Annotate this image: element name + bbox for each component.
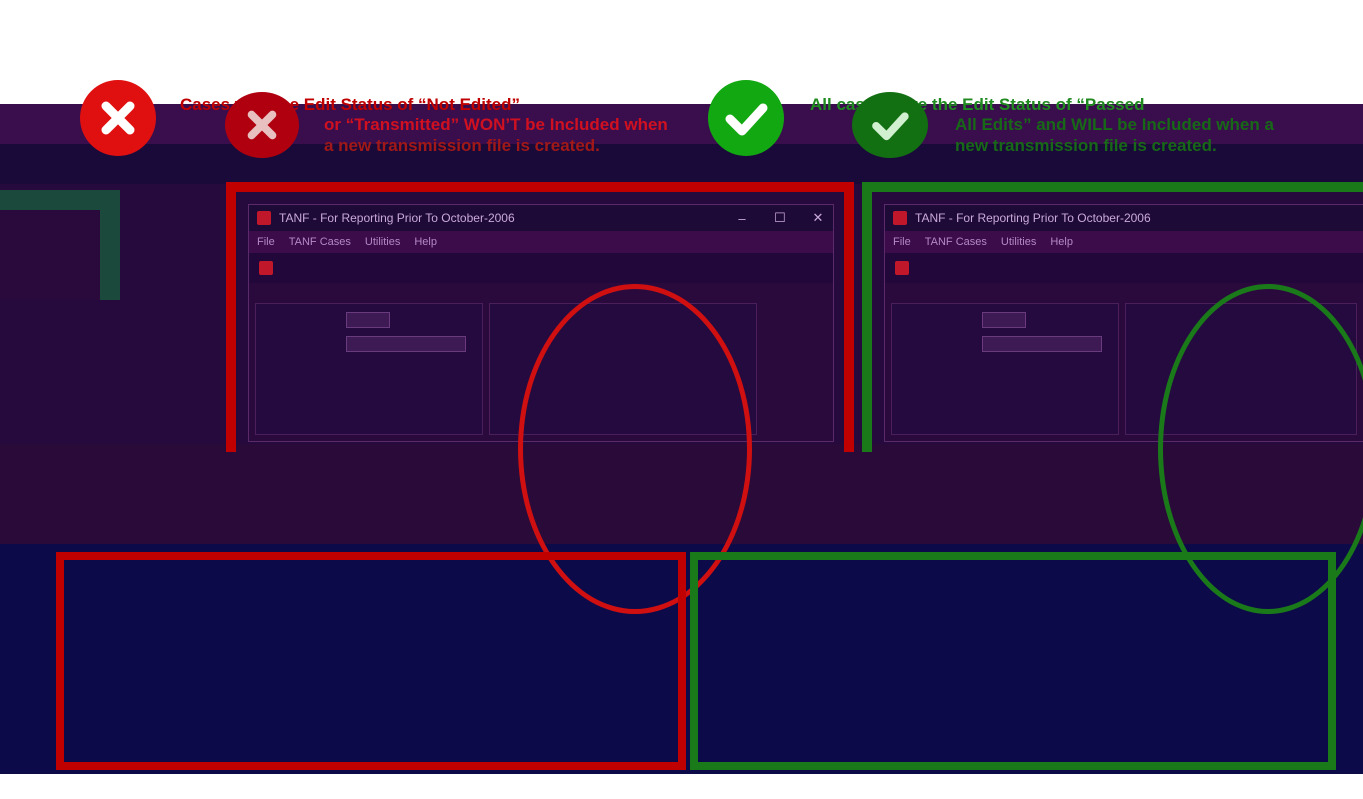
- menu-tanf-cases[interactable]: TANF Cases: [289, 236, 351, 248]
- menu-utilities[interactable]: Utilities: [365, 236, 400, 248]
- toolbar: [885, 253, 1363, 283]
- red-x-icon: [225, 92, 299, 158]
- tanf-app-icon: [259, 261, 273, 275]
- toolbar: [249, 253, 833, 283]
- tanf-app-icon: [893, 211, 907, 225]
- green-check-icon: [852, 92, 928, 158]
- maximize-button[interactable]: ☐: [765, 210, 795, 226]
- not-included-frame-lower: [56, 552, 686, 770]
- minimize-button[interactable]: –: [727, 211, 757, 226]
- options-panel: [891, 303, 1119, 435]
- bad-status-caption-continued: or “Transmitted” WON’T be Included when …: [324, 115, 668, 155]
- menu-bar: File TANF Cases Utilities Help: [885, 231, 1363, 253]
- quarter-select[interactable]: [982, 336, 1102, 352]
- menu-utilities[interactable]: Utilities: [1001, 236, 1036, 248]
- good-status-caption-continued: All Edits” and WILL be Included when a n…: [955, 115, 1274, 155]
- close-button[interactable]: ✕: [803, 210, 833, 226]
- red-x-icon: [80, 80, 156, 156]
- titlebar: TANF - For Reporting Prior To October-20…: [885, 205, 1363, 231]
- menu-help[interactable]: Help: [414, 236, 437, 248]
- included-frame-lower: [690, 552, 1336, 770]
- green-check-icon: [708, 80, 784, 156]
- window-title: TANF - For Reporting Prior To October-20…: [279, 211, 515, 225]
- menu-file[interactable]: File: [257, 236, 275, 248]
- quarter-select[interactable]: [346, 336, 466, 352]
- year-field[interactable]: [346, 312, 390, 328]
- glitch-edge: [0, 210, 100, 300]
- titlebar: TANF - For Reporting Prior To October-20…: [249, 205, 833, 231]
- window-title: TANF - For Reporting Prior To October-20…: [915, 211, 1151, 225]
- tanf-app-icon: [895, 261, 909, 275]
- menu-bar: File TANF Cases Utilities Help: [249, 231, 833, 253]
- menu-file[interactable]: File: [893, 236, 911, 248]
- menu-tanf-cases[interactable]: TANF Cases: [925, 236, 987, 248]
- tanf-app-icon: [257, 211, 271, 225]
- menu-help[interactable]: Help: [1050, 236, 1073, 248]
- options-panel: [255, 303, 483, 435]
- year-field[interactable]: [982, 312, 1026, 328]
